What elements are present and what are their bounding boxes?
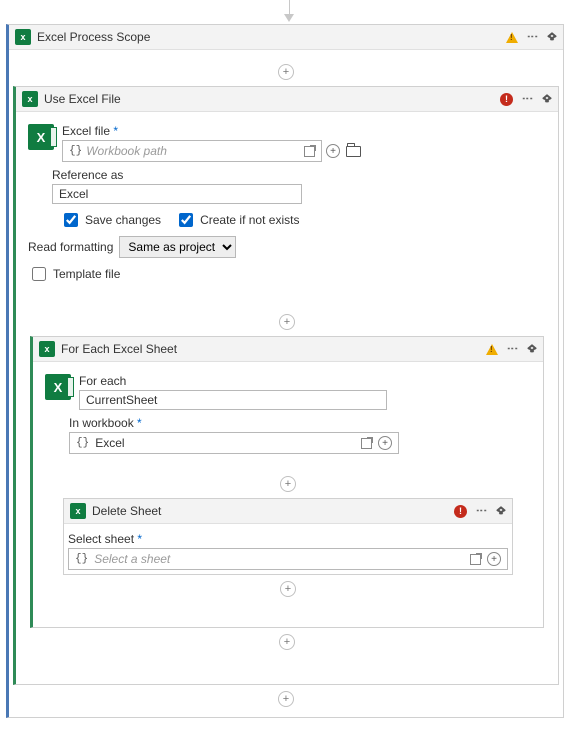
create-if-not-exists-input[interactable] bbox=[179, 213, 193, 227]
excel-icon: x bbox=[15, 29, 31, 45]
more-menu-icon[interactable]: ⋮ bbox=[521, 93, 534, 105]
activity-body: Select sheet {} Select a sheet + bbox=[64, 524, 512, 574]
activity-excel-process-scope[interactable]: x Excel Process Scope ⋮ + x Use Excel Fi… bbox=[6, 24, 564, 718]
expression-icon: {} bbox=[75, 553, 88, 565]
template-file-checkbox[interactable]: Template file bbox=[28, 264, 120, 284]
reference-as-field: Reference as bbox=[52, 168, 544, 204]
warning-icon[interactable] bbox=[486, 344, 498, 355]
read-formatting-label: Read formatting bbox=[28, 240, 113, 254]
collapse-icon[interactable] bbox=[496, 506, 506, 516]
activity-body: X For each In workbook {} Exc bbox=[33, 362, 543, 627]
activity-title: Excel Process Scope bbox=[37, 30, 500, 44]
collapse-icon[interactable] bbox=[547, 32, 557, 42]
more-menu-icon[interactable]: ⋮ bbox=[526, 31, 539, 43]
select-sheet-input[interactable]: {} Select a sheet + bbox=[68, 548, 508, 570]
excel-file-field: X Excel file {} Workbook path bbox=[28, 124, 554, 162]
add-activity-button[interactable]: + bbox=[279, 314, 295, 330]
activity-for-each-excel-sheet[interactable]: x For Each Excel Sheet ⋮ X bbox=[30, 336, 544, 628]
add-activity-button[interactable]: + bbox=[280, 581, 296, 597]
excel-icon: x bbox=[70, 503, 86, 519]
activity-title: Use Excel File bbox=[44, 92, 494, 106]
expand-editor-icon[interactable] bbox=[361, 438, 372, 449]
for-each-field: X For each bbox=[45, 374, 539, 410]
expand-editor-icon[interactable] bbox=[470, 554, 481, 565]
warning-icon[interactable] bbox=[506, 32, 518, 43]
error-icon[interactable]: ! bbox=[500, 93, 513, 106]
activity-title: For Each Excel Sheet bbox=[61, 342, 480, 356]
for-each-label: For each bbox=[79, 374, 539, 388]
select-sheet-label: Select sheet bbox=[68, 532, 508, 546]
activity-header[interactable]: x For Each Excel Sheet ⋮ bbox=[33, 337, 543, 362]
add-activity-button[interactable]: + bbox=[278, 64, 294, 80]
expand-editor-icon[interactable] bbox=[304, 146, 315, 157]
activity-body: + x Use Excel File ! ⋮ X Exc bbox=[9, 50, 563, 717]
connector-line bbox=[289, 0, 290, 14]
workbook-path-input[interactable]: {} Workbook path bbox=[62, 140, 322, 162]
excel-icon: x bbox=[39, 341, 55, 357]
in-workbook-field: In workbook {} Excel + bbox=[69, 416, 529, 454]
error-icon[interactable]: ! bbox=[454, 505, 467, 518]
activity-body: X Excel file {} Workbook path bbox=[16, 112, 558, 684]
plus-icon[interactable]: + bbox=[326, 144, 340, 158]
activity-header[interactable]: x Excel Process Scope ⋮ bbox=[9, 25, 563, 50]
browse-folder-icon[interactable] bbox=[346, 146, 361, 157]
collapse-icon[interactable] bbox=[527, 344, 537, 354]
reference-as-input[interactable] bbox=[52, 184, 302, 204]
expression-icon: {} bbox=[76, 437, 89, 449]
add-activity-button[interactable]: + bbox=[280, 476, 296, 492]
reference-as-label: Reference as bbox=[52, 168, 544, 182]
add-activity-button[interactable]: + bbox=[278, 691, 294, 707]
excel-icon: x bbox=[22, 91, 38, 107]
in-workbook-label: In workbook bbox=[69, 416, 529, 430]
save-changes-input[interactable] bbox=[64, 213, 78, 227]
activity-header[interactable]: x Use Excel File ! ⋮ bbox=[16, 87, 558, 112]
plus-icon[interactable]: + bbox=[378, 436, 392, 450]
activity-delete-sheet[interactable]: x Delete Sheet ! ⋮ Select sheet bbox=[63, 498, 513, 575]
collapse-icon[interactable] bbox=[542, 94, 552, 104]
save-changes-checkbox[interactable]: Save changes bbox=[60, 210, 161, 230]
template-file-input[interactable] bbox=[32, 267, 46, 281]
excel-icon: X bbox=[45, 374, 71, 400]
for-each-input[interactable] bbox=[79, 390, 387, 410]
plus-icon[interactable]: + bbox=[487, 552, 501, 566]
workflow-canvas: x Excel Process Scope ⋮ + x Use Excel Fi… bbox=[0, 0, 578, 738]
in-workbook-input[interactable]: {} Excel + bbox=[69, 432, 399, 454]
create-if-not-exists-checkbox[interactable]: Create if not exists bbox=[175, 210, 299, 230]
more-menu-icon[interactable]: ⋮ bbox=[506, 343, 519, 355]
expression-icon: {} bbox=[69, 145, 82, 157]
activity-title: Delete Sheet bbox=[92, 504, 448, 518]
excel-file-label: Excel file bbox=[62, 124, 361, 138]
connector-arrow bbox=[284, 14, 294, 22]
activity-use-excel-file[interactable]: x Use Excel File ! ⋮ X Excel file bbox=[13, 86, 559, 685]
add-activity-button[interactable]: + bbox=[279, 634, 295, 650]
read-formatting-select[interactable]: Same as project bbox=[119, 236, 236, 258]
more-menu-icon[interactable]: ⋮ bbox=[475, 505, 488, 517]
activity-header[interactable]: x Delete Sheet ! ⋮ bbox=[64, 499, 512, 524]
excel-icon: X bbox=[28, 124, 54, 150]
